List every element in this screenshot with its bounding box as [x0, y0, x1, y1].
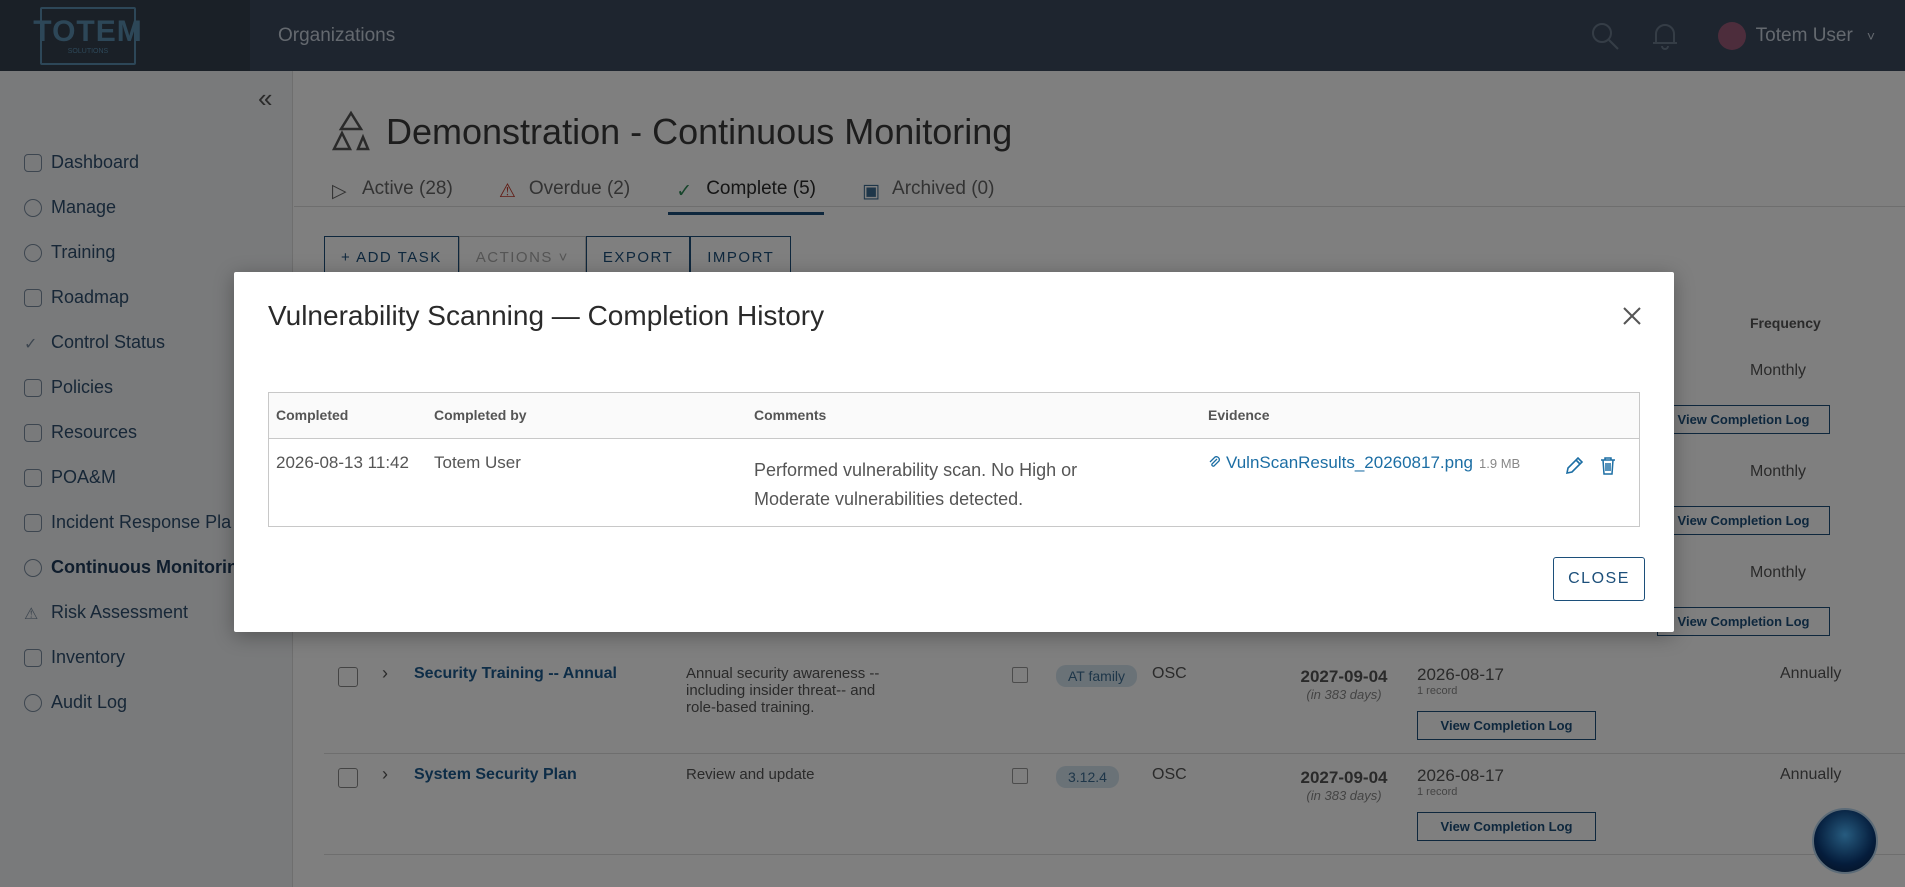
close-icon[interactable]	[1620, 304, 1644, 328]
completion-history-table: Completed Completed by Comments Evidence…	[268, 392, 1640, 527]
column-header-comments: Comments	[754, 407, 827, 423]
completed-by: Totem User	[434, 453, 521, 472]
completion-comment: Performed vulnerability scan. No High or…	[754, 460, 1078, 509]
column-header-completed: Completed	[276, 407, 349, 423]
table-row: 2026-08-13 11:42 Totem User Performed vu…	[269, 439, 1639, 526]
edit-icon[interactable]	[1563, 455, 1585, 477]
completion-history-modal: Vulnerability Scanning — Completion Hist…	[234, 272, 1674, 632]
trash-icon[interactable]	[1597, 455, 1619, 477]
evidence-file-link[interactable]: VulnScanResults_20260817.png	[1226, 453, 1473, 473]
evidence-file-size: 1.9 MB	[1479, 455, 1521, 471]
completed-date: 2026-08-13 11:42	[276, 453, 409, 472]
column-header-evidence: Evidence	[1208, 407, 1270, 423]
row-actions	[1563, 455, 1631, 477]
evidence-attachment: VulnScanResults_20260817.png 1.9 MB	[1208, 453, 1520, 473]
paperclip-icon	[1209, 456, 1220, 467]
close-button[interactable]: CLOSE	[1553, 557, 1645, 601]
table-header: Completed Completed by Comments Evidence	[269, 393, 1639, 439]
column-header-completed-by: Completed by	[434, 407, 527, 423]
modal-title: Vulnerability Scanning — Completion Hist…	[268, 300, 825, 331]
